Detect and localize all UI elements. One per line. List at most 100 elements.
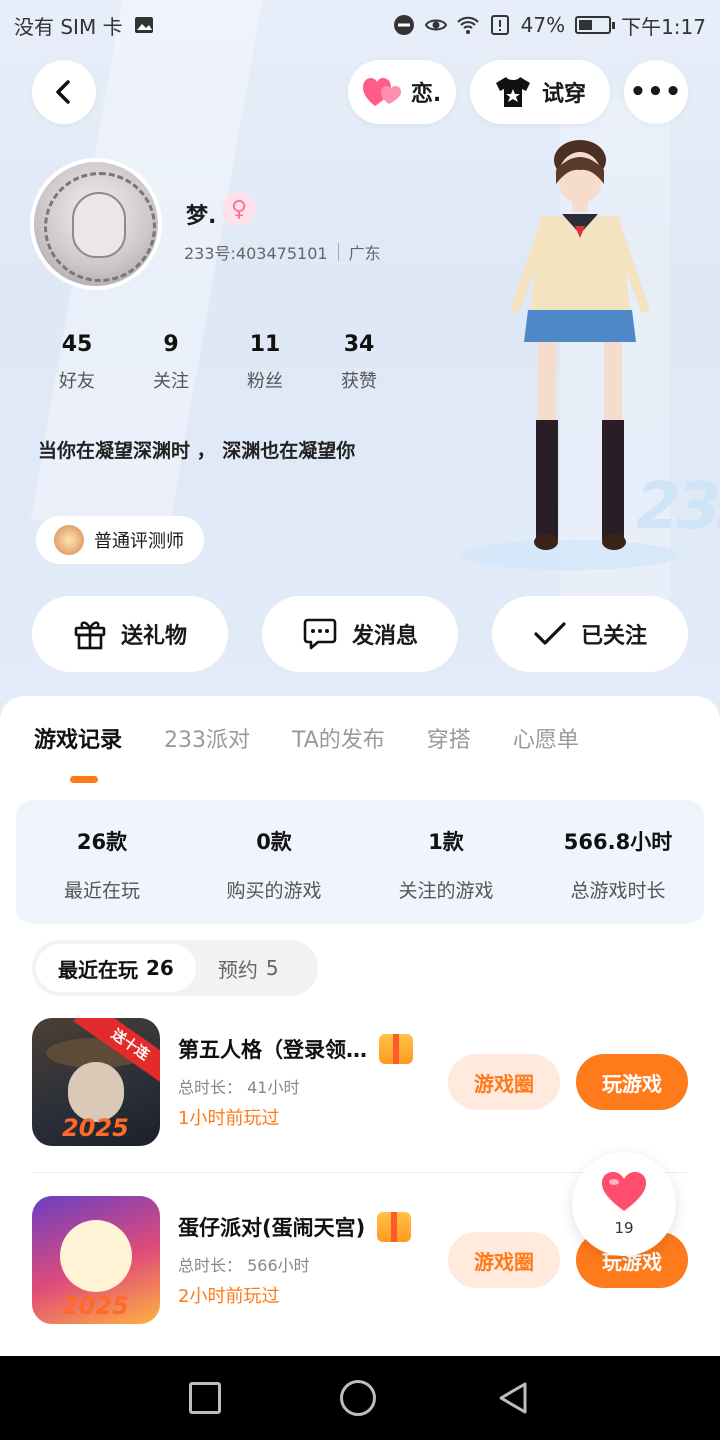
- more-icon: •••: [629, 77, 683, 107]
- tab-wishlist[interactable]: 心愿单: [513, 722, 579, 754]
- battery-icon: [575, 16, 616, 34]
- summary-label: 购买的游戏: [226, 880, 322, 902]
- game-total-time: 总时长： 41小时: [178, 1078, 300, 1097]
- status-bar: 没有 SIM 卡 47% 下午1:17: [0, 0, 720, 50]
- battery-percent: 47%: [520, 13, 566, 37]
- home-button[interactable]: [339, 1380, 376, 1416]
- year-mark: 2025: [62, 1292, 129, 1320]
- stat-value: 9: [163, 332, 179, 357]
- summary-value: 26款: [76, 830, 128, 854]
- more-button[interactable]: •••: [624, 60, 688, 124]
- system-nav-bar: [0, 1356, 720, 1440]
- try-on-label: 试穿: [541, 82, 586, 107]
- summary-label: 最近在玩: [63, 880, 140, 902]
- back-triangle-icon[interactable]: [495, 1380, 531, 1416]
- game-title-row: 第五人格（登录领…: [178, 1034, 413, 1064]
- summary-value: 566.8小时: [563, 830, 673, 854]
- back-button[interactable]: [32, 60, 96, 124]
- send-gift-label: 送礼物: [120, 624, 187, 649]
- filter-label: 最近在玩: [58, 957, 138, 982]
- badge-label: 普通评测师: [94, 531, 184, 552]
- play-game-button[interactable]: 玩游戏: [576, 1054, 688, 1110]
- gallery-icon: [134, 17, 153, 33]
- summary-recent[interactable]: 26款 最近在玩: [16, 800, 188, 924]
- stat-label: 好友: [59, 371, 95, 392]
- tab-game-records[interactable]: 游戏记录: [34, 722, 122, 754]
- stat-value: 34: [343, 332, 375, 357]
- tab-outfits[interactable]: 穿搭: [427, 722, 471, 754]
- game-icon[interactable]: 送十连 2025: [32, 1018, 160, 1146]
- game-circle-button[interactable]: 游戏圈: [448, 1232, 560, 1288]
- game-title: 第五人格（登录领…: [178, 1038, 367, 1062]
- wifi-icon: [456, 16, 479, 34]
- like-float-button[interactable]: 19: [572, 1152, 676, 1256]
- tab-indicator: [70, 776, 98, 783]
- stat-fans[interactable]: 11 粉丝: [218, 332, 312, 393]
- game-title-row: 蛋仔派对(蛋闹天宫): [178, 1212, 412, 1242]
- game-last-played: 2小时前玩过: [178, 1286, 280, 1307]
- recents-button[interactable]: [189, 1382, 222, 1414]
- filter-reserved[interactable]: 预约 5: [196, 944, 301, 992]
- user-id: 233号:403475101: [184, 244, 328, 263]
- summary-followed[interactable]: 1款 关注的游戏: [360, 800, 532, 924]
- heart-icon: [602, 1172, 646, 1211]
- game-summary: 26款 最近在玩 0款 购买的游戏 1款 关注的游戏 566.8小时 总游戏时长: [16, 800, 704, 924]
- stat-friends[interactable]: 45 好友: [30, 332, 124, 393]
- list-item[interactable]: 送十连 2025 第五人格（登录领… 总时长： 41小时 1小时前玩过 游戏圈 …: [32, 1018, 688, 1148]
- double-heart-icon: [362, 78, 401, 106]
- filter-count: 26: [146, 956, 174, 980]
- stat-value: 45: [61, 332, 93, 357]
- send-message-label: 发消息: [351, 624, 418, 649]
- eye-icon: [424, 19, 447, 31]
- game-filter: 最近在玩 26 预约 5: [32, 940, 318, 996]
- send-gift-button[interactable]: 送礼物: [32, 596, 228, 672]
- summary-label: 总游戏时长: [570, 880, 666, 902]
- summary-value: 1款: [428, 830, 464, 854]
- clock: 下午1:17: [621, 14, 706, 39]
- filter-recent[interactable]: 最近在玩 26: [36, 944, 196, 992]
- filter-count: 5: [265, 956, 279, 980]
- chevron-left-icon: [56, 80, 70, 104]
- gift-box-icon[interactable]: [379, 1034, 413, 1064]
- try-on-button[interactable]: 试穿: [470, 60, 610, 124]
- avatar-character[interactable]: [480, 130, 690, 580]
- gift-icon: [74, 621, 106, 650]
- game-last-played: 1小时前玩过: [178, 1108, 280, 1129]
- stat-following[interactable]: 9 关注: [124, 332, 218, 393]
- stat-value: 11: [249, 332, 281, 357]
- signature: 当你在凝望深渊时 ， 深渊也在凝望你: [38, 440, 356, 462]
- love-button[interactable]: 恋.: [348, 60, 456, 124]
- game-total-time: 总时长： 566小时: [178, 1256, 310, 1275]
- stat-label: 关注: [153, 371, 189, 392]
- chat-icon: [303, 618, 337, 650]
- summary-purchased[interactable]: 0款 购买的游戏: [188, 800, 360, 924]
- username: 梦.: [186, 204, 217, 229]
- gift-box-icon[interactable]: [377, 1212, 412, 1242]
- filter-label: 预约: [217, 957, 258, 982]
- like-count: 19: [614, 1219, 634, 1237]
- game-circle-button[interactable]: 游戏圈: [448, 1054, 560, 1110]
- year-mark: 2025: [62, 1114, 129, 1142]
- tab-posts[interactable]: TA的发布: [292, 722, 385, 754]
- followed-label: 已关注: [580, 624, 647, 649]
- divider: [337, 243, 339, 261]
- profile-stats: 45 好友 9 关注 11 粉丝 34 获赞: [30, 332, 406, 393]
- followed-button[interactable]: 已关注: [492, 596, 688, 672]
- stat-label: 获赞: [341, 371, 377, 392]
- summary-playtime[interactable]: 566.8小时 总游戏时长: [532, 800, 704, 924]
- summary-label: 关注的游戏: [398, 880, 494, 902]
- user-region: 广东: [348, 244, 381, 263]
- send-message-button[interactable]: 发消息: [262, 596, 458, 672]
- game-title: 蛋仔派对(蛋闹天宫): [178, 1216, 366, 1240]
- love-label: 恋.: [410, 82, 442, 107]
- carrier-text: 没有 SIM 卡: [14, 14, 123, 39]
- game-icon[interactable]: 2025: [32, 1196, 160, 1324]
- reviewer-badge[interactable]: 普通评测师: [36, 516, 204, 564]
- tab-233-party[interactable]: 233派对: [164, 722, 250, 754]
- check-icon: [534, 622, 566, 645]
- stat-label: 粉丝: [247, 371, 283, 392]
- alert-icon: [490, 15, 509, 35]
- avatar[interactable]: [30, 158, 162, 290]
- dnd-icon: [393, 15, 414, 35]
- stat-likes[interactable]: 34 获赞: [312, 332, 406, 393]
